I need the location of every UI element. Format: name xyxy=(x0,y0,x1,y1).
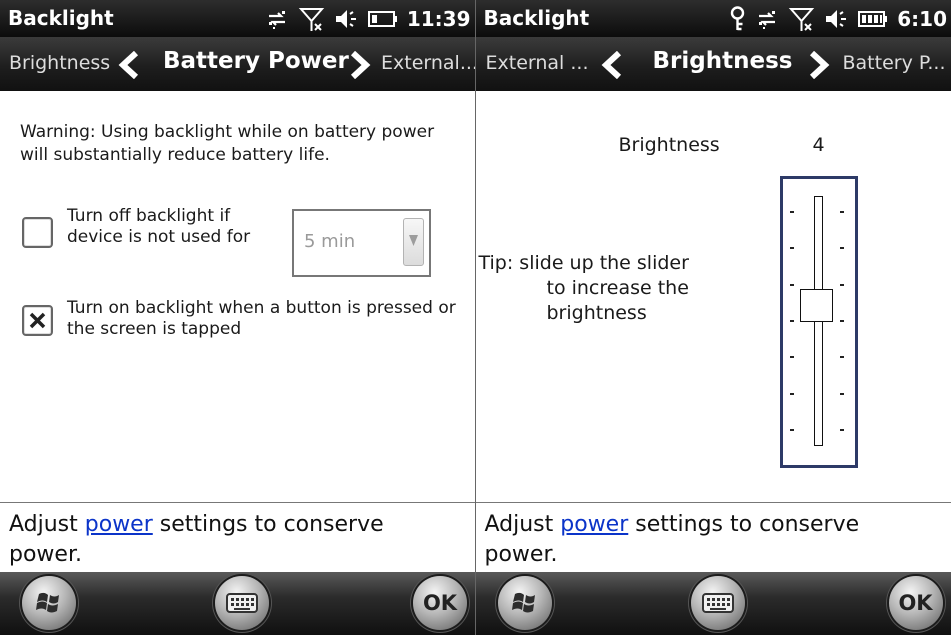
brightness-label: Brightness xyxy=(618,134,720,156)
turn-off-backlight-checkbox[interactable] xyxy=(22,217,53,248)
sync-icon[interactable] xyxy=(265,7,289,31)
brightness-tip: Tip: slide up the slider to increase the… xyxy=(479,251,729,326)
footer-text-start: Adjust xyxy=(484,512,561,537)
slider-tick-left xyxy=(789,429,794,431)
tab-next[interactable]: External... xyxy=(381,52,475,74)
slider-tick-right xyxy=(839,356,844,358)
slider-thumb[interactable] xyxy=(799,289,833,322)
status-bar: Backlight xyxy=(0,0,475,37)
bluetooth-or-key-icon[interactable] xyxy=(729,5,746,33)
tab-previous[interactable]: External ... xyxy=(486,52,589,74)
chevron-left-icon[interactable] xyxy=(601,51,625,79)
bottom-menu-bar: OK xyxy=(475,572,951,635)
tab-previous[interactable]: Brightness xyxy=(9,52,110,74)
slider-tick-left xyxy=(789,247,794,249)
power-settings-footer: Adjust power settings to conserve power. xyxy=(475,504,951,572)
app-title: Backlight xyxy=(483,6,590,30)
status-icons: 6:10 xyxy=(729,4,947,34)
ok-button[interactable]: OK xyxy=(413,576,467,630)
right-screen: Backlight 6:10 External ... Brightness B… xyxy=(474,0,951,635)
keyboard-button[interactable] xyxy=(690,576,745,630)
start-button[interactable] xyxy=(497,576,552,630)
start-button[interactable] xyxy=(22,576,76,630)
battery-warning: Warning: Using backlight while on batter… xyxy=(20,122,435,165)
slider-tick-right xyxy=(839,247,844,249)
slider-tick-right xyxy=(839,393,844,395)
tab-next[interactable]: Battery P... xyxy=(843,52,946,74)
tab-current[interactable]: Battery Power xyxy=(163,48,349,74)
battery-icon[interactable] xyxy=(367,10,398,28)
pivot-tab-bar: Brightness Battery Power External... xyxy=(0,37,475,91)
slider-tick-left xyxy=(789,393,794,395)
battery-icon[interactable] xyxy=(858,10,888,28)
keyboard-icon xyxy=(226,593,258,613)
tab-current[interactable]: Brightness xyxy=(653,48,793,74)
slider-tick-left xyxy=(789,211,794,213)
windows-start-icon xyxy=(511,592,535,613)
timeout-value: 5 min xyxy=(304,231,356,252)
power-settings-text: Adjust power settings to conserve power. xyxy=(485,510,925,570)
left-screen: Backlight 11:39 Brightness Battery Power… xyxy=(0,0,475,635)
tip-line-3: brightness xyxy=(546,302,647,324)
status-bar: Backlight xyxy=(475,0,951,37)
tip-line-2: to increase the xyxy=(546,277,689,299)
slider-tick-right xyxy=(839,211,844,213)
content-divider xyxy=(475,502,951,503)
tip-line-1: Tip: slide up the slider xyxy=(478,252,689,274)
battery-power-content: Warning: Using backlight while on batter… xyxy=(0,91,475,501)
status-clock: 6:10 xyxy=(897,7,947,31)
pivot-tab-bar: External ... Brightness Battery P... xyxy=(475,37,951,91)
speaker-icon[interactable] xyxy=(824,7,849,31)
speaker-icon[interactable] xyxy=(334,7,359,31)
bottom-menu-bar: OK xyxy=(0,572,475,635)
chevron-left-icon[interactable] xyxy=(118,51,142,79)
app-title: Backlight xyxy=(8,6,114,30)
chevron-right-icon[interactable] xyxy=(806,51,830,79)
brightness-value: 4 xyxy=(812,134,825,156)
chevron-down-icon xyxy=(409,235,418,246)
keyboard-button[interactable] xyxy=(215,576,269,630)
turn-on-backlight-label: Turn on backlight when a button is press… xyxy=(67,298,456,339)
power-settings-footer: Adjust power settings to conserve power. xyxy=(0,504,475,572)
backlight-timeout-select[interactable]: 5 min xyxy=(292,209,431,277)
sync-icon[interactable] xyxy=(755,7,779,31)
slider-tick-right xyxy=(839,320,844,322)
slider-tick-right xyxy=(839,429,844,431)
slider-tick-left xyxy=(789,320,794,322)
power-settings-link[interactable]: power xyxy=(560,512,628,537)
slider-tick-right xyxy=(839,284,844,286)
brightness-slider[interactable] xyxy=(779,176,858,468)
power-settings-text: Adjust power settings to conserve power. xyxy=(9,510,449,570)
turn-on-backlight-checkbox[interactable] xyxy=(22,305,53,336)
checkbox-x-icon xyxy=(29,312,46,329)
screenshots-container: Backlight 11:39 Brightness Battery Power… xyxy=(0,0,951,635)
status-clock: 11:39 xyxy=(406,7,471,31)
footer-text-start: Adjust xyxy=(9,512,85,537)
keyboard-icon xyxy=(701,593,734,613)
ok-button[interactable]: OK xyxy=(888,576,943,630)
slider-tick-left xyxy=(789,284,794,286)
brightness-content: Brightness 4 Tip: slide up the slider to… xyxy=(475,91,951,501)
chevron-right-icon[interactable] xyxy=(347,51,371,79)
content-divider xyxy=(0,502,475,503)
slider-tick-left xyxy=(789,356,794,358)
turn-off-backlight-label: Turn off backlight if device is not used… xyxy=(67,206,251,247)
windows-start-icon xyxy=(36,592,59,613)
power-settings-link[interactable]: power xyxy=(85,512,153,537)
dropdown-arrow-button[interactable] xyxy=(403,218,424,266)
signal-off-icon[interactable] xyxy=(298,6,325,33)
status-icons: 11:39 xyxy=(265,4,471,34)
signal-off-icon[interactable] xyxy=(788,6,815,33)
